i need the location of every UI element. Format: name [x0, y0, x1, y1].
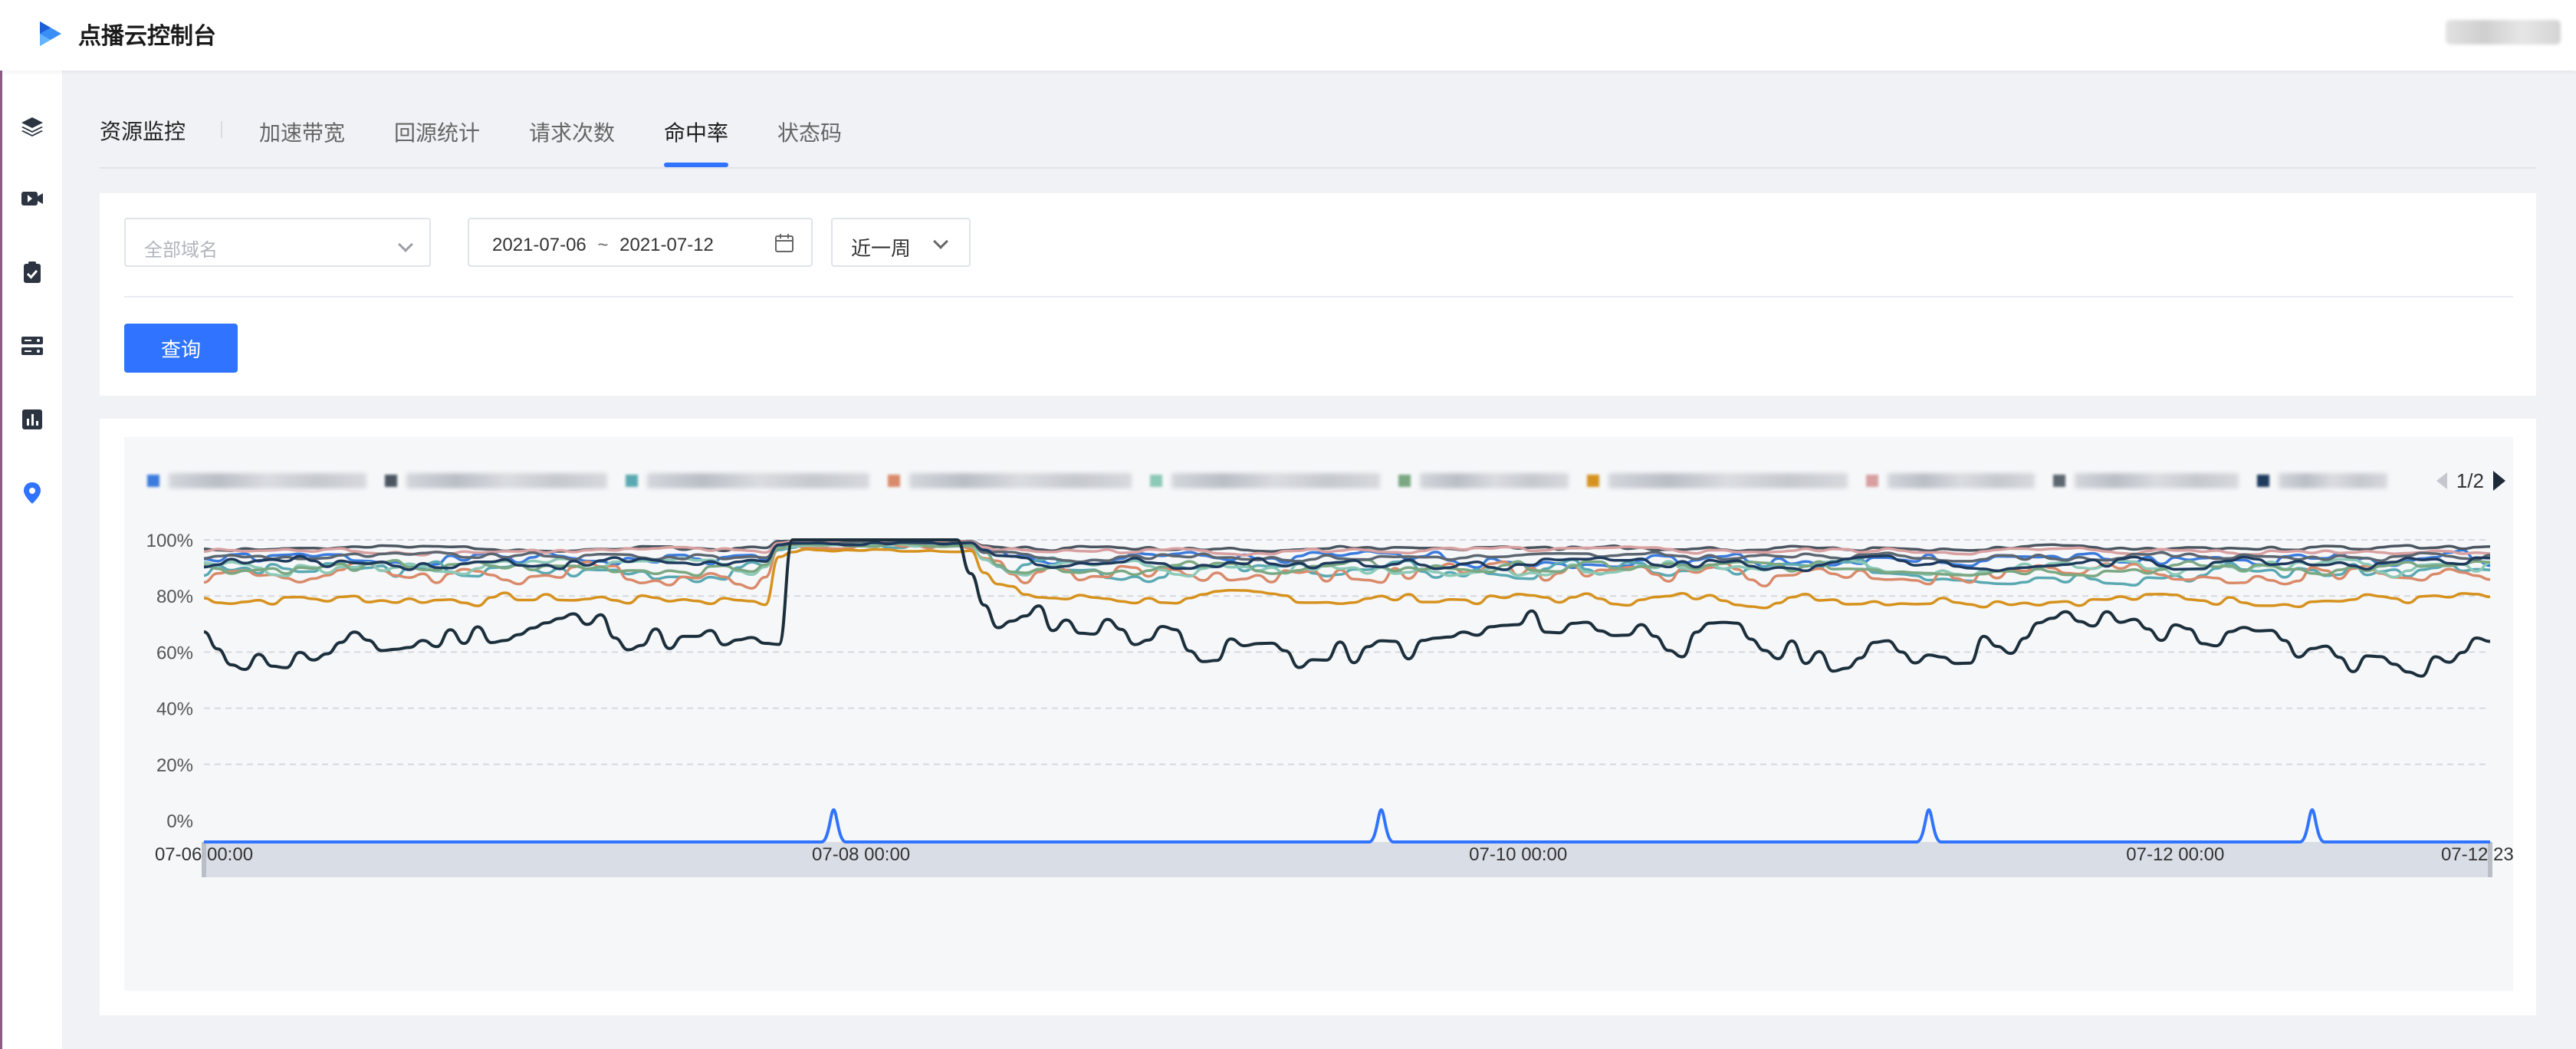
bar-chart-icon[interactable] — [19, 406, 45, 432]
period-select[interactable]: 近一周 — [831, 218, 971, 267]
legend-label-redacted — [2279, 473, 2387, 488]
legend-swatch — [888, 475, 900, 487]
legend-item[interactable] — [2257, 473, 2387, 488]
play-logo-icon — [40, 21, 61, 46]
legend-swatch — [2257, 475, 2269, 487]
date-end: 2021-07-12 — [619, 235, 714, 255]
account-menu[interactable] — [2446, 20, 2561, 44]
calendar-icon — [775, 234, 794, 252]
hit-rate-chart: 100% 80% 60% 40% 20% 0% 07-06 00:00 07-08 00:00… — [124, 437, 2513, 991]
tab-origin-stats[interactable]: 回源统计 — [394, 117, 480, 147]
domain-select[interactable]: 全部域名 — [124, 218, 431, 267]
legend-swatch — [1150, 475, 1162, 487]
legend-item[interactable] — [385, 473, 607, 488]
x-tick-label: 07-12 23:00 — [2441, 844, 2513, 865]
query-button[interactable]: 查询 — [124, 324, 238, 373]
chart-card: 100% 80% 60% 40% 20% 0% 07-06 00:00 07-08 00:00… — [100, 419, 2536, 1015]
legend-swatch — [147, 475, 159, 487]
filter-divider — [124, 296, 2513, 298]
legend-label-redacted — [909, 473, 1132, 488]
tab-group-title: 资源监控 — [100, 120, 186, 143]
legend-label-redacted — [1608, 473, 1848, 488]
legend-swatch — [2053, 475, 2065, 487]
legend-item[interactable] — [1398, 473, 1569, 488]
legend-item[interactable] — [1587, 473, 1848, 488]
date-start: 2021-07-06 — [492, 235, 586, 255]
legend-pager: 1/2 — [2436, 468, 2505, 494]
location-pin-icon[interactable] — [19, 480, 45, 506]
legend-label-redacted — [406, 473, 607, 488]
legend-prev-icon[interactable] — [2436, 472, 2447, 489]
legend-item[interactable] — [1150, 473, 1380, 488]
legend-item[interactable] — [2053, 473, 2239, 488]
legend-swatch — [626, 475, 638, 487]
side-nav — [0, 71, 63, 1049]
legend-swatch — [1398, 475, 1411, 487]
chevron-down-icon — [398, 237, 413, 252]
server-icon[interactable] — [19, 333, 45, 359]
active-tab-underline — [664, 163, 728, 167]
y-tick-label: 20% — [156, 755, 193, 776]
tab-status-code[interactable]: 状态码 — [777, 117, 842, 147]
clipboard-check-icon[interactable] — [19, 259, 45, 285]
legend-item[interactable] — [888, 473, 1132, 488]
legend-swatch — [1866, 475, 1878, 487]
y-tick-label: 80% — [156, 587, 193, 607]
legend-swatch — [1587, 475, 1599, 487]
legend-label-redacted — [1171, 473, 1380, 488]
legend-label-redacted — [1420, 473, 1569, 488]
domain-select-placeholder: 全部域名 — [144, 240, 218, 261]
console-title: 点播云控制台 — [78, 24, 216, 49]
y-tick-label: 100% — [146, 531, 193, 551]
legend-next-icon[interactable] — [2493, 471, 2505, 491]
legend-page-indicator: 1/2 — [2456, 469, 2484, 492]
tab-bandwidth[interactable]: 加速带宽 — [259, 117, 345, 147]
date-range-picker[interactable]: 2021-07-06 ~ 2021-07-12 — [468, 218, 813, 267]
legend-label-redacted — [1888, 473, 2035, 488]
x-tick-label: 07-12 00:00 — [2126, 844, 2224, 865]
video-icon[interactable] — [19, 186, 45, 212]
chart-legend — [147, 468, 2406, 494]
x-tick-label: 07-10 00:00 — [1469, 844, 1567, 865]
chevron-down-icon — [933, 234, 948, 249]
brand[interactable]: 点播云控制台 — [35, 17, 216, 51]
legend-swatch — [385, 475, 397, 487]
legend-label-redacted — [169, 473, 366, 488]
y-tick-label: 60% — [156, 643, 193, 663]
date-separator: ~ — [597, 235, 609, 255]
top-bar: 点播云控制台 — [0, 0, 2576, 71]
y-tick-label: 0% — [166, 811, 193, 832]
layers-icon[interactable] — [19, 113, 45, 140]
x-tick-label: 07-08 00:00 — [812, 844, 910, 865]
filter-panel: 全部域名 2021-07-06 ~ 2021-07-12 近一周 查询 — [100, 193, 2536, 396]
y-tick-label: 40% — [156, 699, 193, 720]
period-value: 近一周 — [851, 237, 912, 260]
hit-rate-chart-svg: 100% 80% 60% 40% 20% 0% 07-06 00:00 07-08 00:00… — [146, 531, 2513, 877]
legend-item[interactable] — [1866, 473, 2035, 488]
tab-separator — [221, 121, 222, 138]
legend-label-redacted — [647, 473, 869, 488]
tab-request-count[interactable]: 请求次数 — [529, 117, 615, 147]
tab-hit-rate[interactable]: 命中率 — [664, 117, 728, 147]
legend-label-redacted — [2075, 473, 2239, 488]
legend-item[interactable] — [626, 473, 869, 488]
monitor-tabs: 资源监控 加速带宽 回源统计 请求次数 命中率 状态码 — [100, 100, 2536, 169]
legend-item[interactable] — [147, 473, 366, 488]
brush-series-line — [204, 807, 2490, 843]
x-tick-label: 07-06 00:00 — [155, 844, 253, 865]
